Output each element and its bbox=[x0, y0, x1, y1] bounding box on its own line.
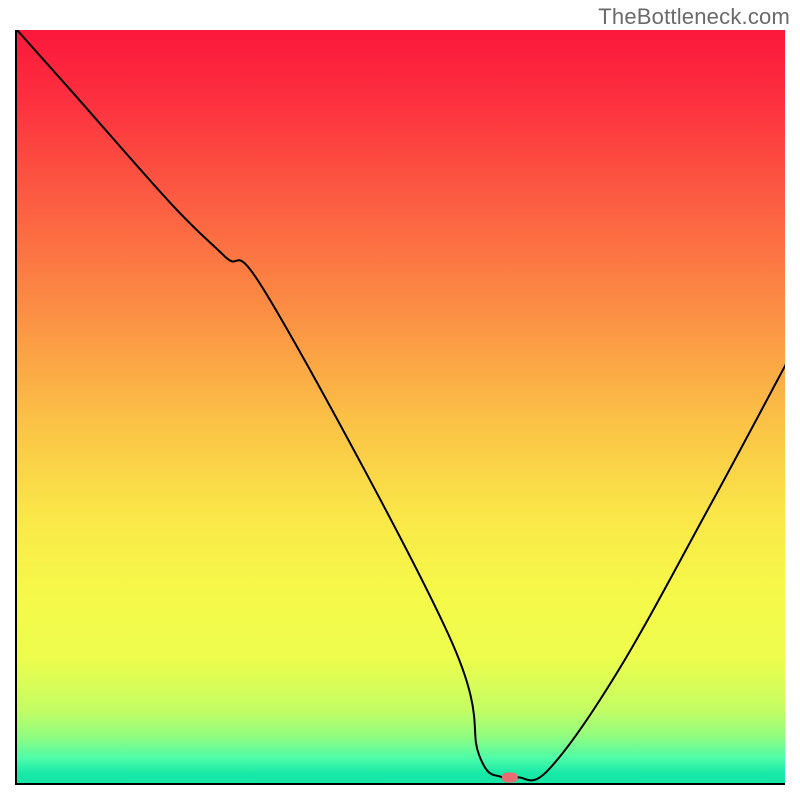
optimum-marker-layer bbox=[17, 30, 785, 785]
chart-container: TheBottleneck.com bbox=[0, 0, 800, 800]
optimum-marker bbox=[502, 772, 518, 782]
watermark-text: TheBottleneck.com bbox=[598, 4, 790, 30]
plot-area bbox=[15, 30, 785, 785]
